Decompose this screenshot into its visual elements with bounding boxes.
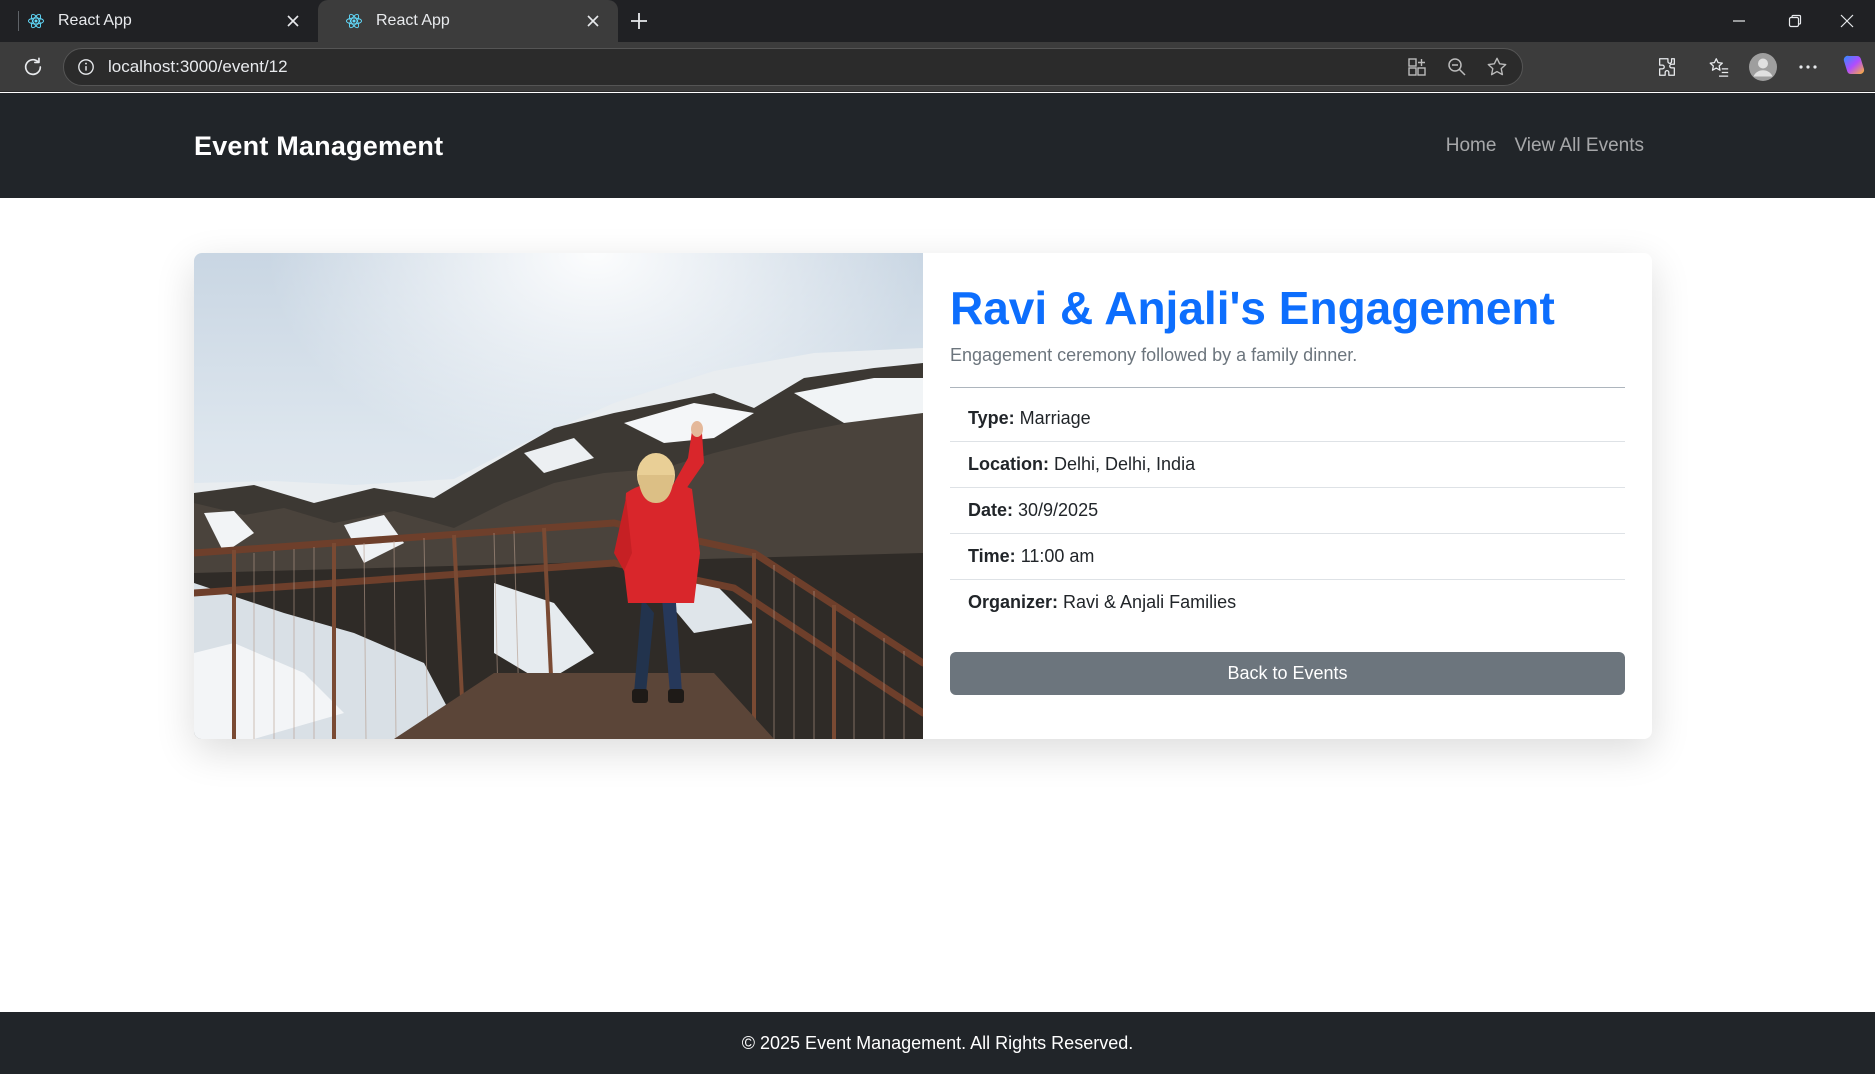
new-tab-icon[interactable] <box>626 8 652 34</box>
more-menu-icon[interactable] <box>1793 52 1823 82</box>
nav-link-home[interactable]: Home <box>1446 135 1497 157</box>
extensions-icon[interactable] <box>1652 52 1682 82</box>
tab-title: React App <box>376 12 450 29</box>
browser-toolbar: localhost:3000/event/12 <box>0 42 1875 92</box>
close-icon[interactable] <box>282 10 304 32</box>
event-photo <box>194 253 923 739</box>
favorites-icon[interactable] <box>1704 52 1734 82</box>
detail-type: Type: Marriage <box>950 396 1625 442</box>
zoom-out-icon[interactable] <box>1446 56 1468 83</box>
close-icon[interactable] <box>582 10 604 32</box>
detail-label: Type: <box>968 407 1015 428</box>
reload-icon[interactable] <box>20 54 46 80</box>
detail-value: 11:00 am <box>1020 545 1095 566</box>
detail-label: Location: <box>968 453 1049 474</box>
detail-time: Time: 11:00 am <box>950 534 1625 580</box>
detail-value: Delhi, Delhi, India <box>1054 453 1196 474</box>
restore-icon[interactable] <box>1767 0 1823 42</box>
event-details-panel: Ravi & Anjali's Engagement Engagement ce… <box>923 253 1652 739</box>
favorite-star-icon[interactable] <box>1486 56 1508 83</box>
back-to-events-button[interactable]: Back to Events <box>950 651 1625 695</box>
browser-tab-1[interactable]: React App <box>0 0 318 42</box>
event-details-list: Type: Marriage Location: Delhi, Delhi, Ind… <box>950 396 1625 626</box>
minimize-icon[interactable] <box>1711 0 1767 42</box>
site-navbar: Event Management Home View All Events <box>0 93 1875 198</box>
nav-link-view-all-events[interactable]: View All Events <box>1514 135 1644 157</box>
react-icon <box>26 11 46 31</box>
detail-label: Date: <box>968 499 1014 520</box>
tab-title: React App <box>58 12 132 29</box>
app-available-icon[interactable] <box>1406 56 1428 83</box>
nav-links: Home View All Events <box>1446 135 1644 157</box>
footer-text: © 2025 Event Management. All Rights Rese… <box>741 1032 1134 1053</box>
browser-tab-bar: React App React App <box>0 0 1875 42</box>
bottom-edge <box>0 1074 1875 1079</box>
react-icon <box>344 11 364 31</box>
profile-avatar[interactable] <box>1748 52 1778 82</box>
detail-location: Location: Delhi, Delhi, India <box>950 442 1625 488</box>
site-footer: © 2025 Event Management. All Rights Rese… <box>0 1012 1875 1074</box>
detail-value: Ravi & Anjali Families <box>1063 592 1237 613</box>
detail-value: 30/9/2025 <box>1018 499 1099 520</box>
event-card: Ravi & Anjali's Engagement Engagement ce… <box>194 253 1652 739</box>
browser-tab-2[interactable]: React App <box>318 0 618 42</box>
window-close-icon[interactable] <box>1819 0 1875 42</box>
copilot-icon[interactable] <box>1839 52 1869 82</box>
detail-organizer: Organizer: Ravi & Anjali Families <box>950 580 1625 626</box>
navbar-brand[interactable]: Event Management <box>194 131 443 162</box>
divider <box>950 386 1625 388</box>
detail-value: Marriage <box>1019 407 1091 428</box>
detail-label: Time: <box>968 545 1016 566</box>
address-bar[interactable]: localhost:3000/event/12 <box>63 48 1523 86</box>
detail-date: Date: 30/9/2025 <box>950 488 1625 534</box>
event-image <box>194 253 923 739</box>
event-description: Engagement ceremony followed by a family… <box>950 344 1358 365</box>
site-info-icon[interactable] <box>76 57 96 77</box>
detail-label: Organizer: <box>968 592 1059 613</box>
url-text: localhost:3000/event/12 <box>108 57 288 76</box>
event-title: Ravi & Anjali's Engagement <box>950 282 1555 334</box>
